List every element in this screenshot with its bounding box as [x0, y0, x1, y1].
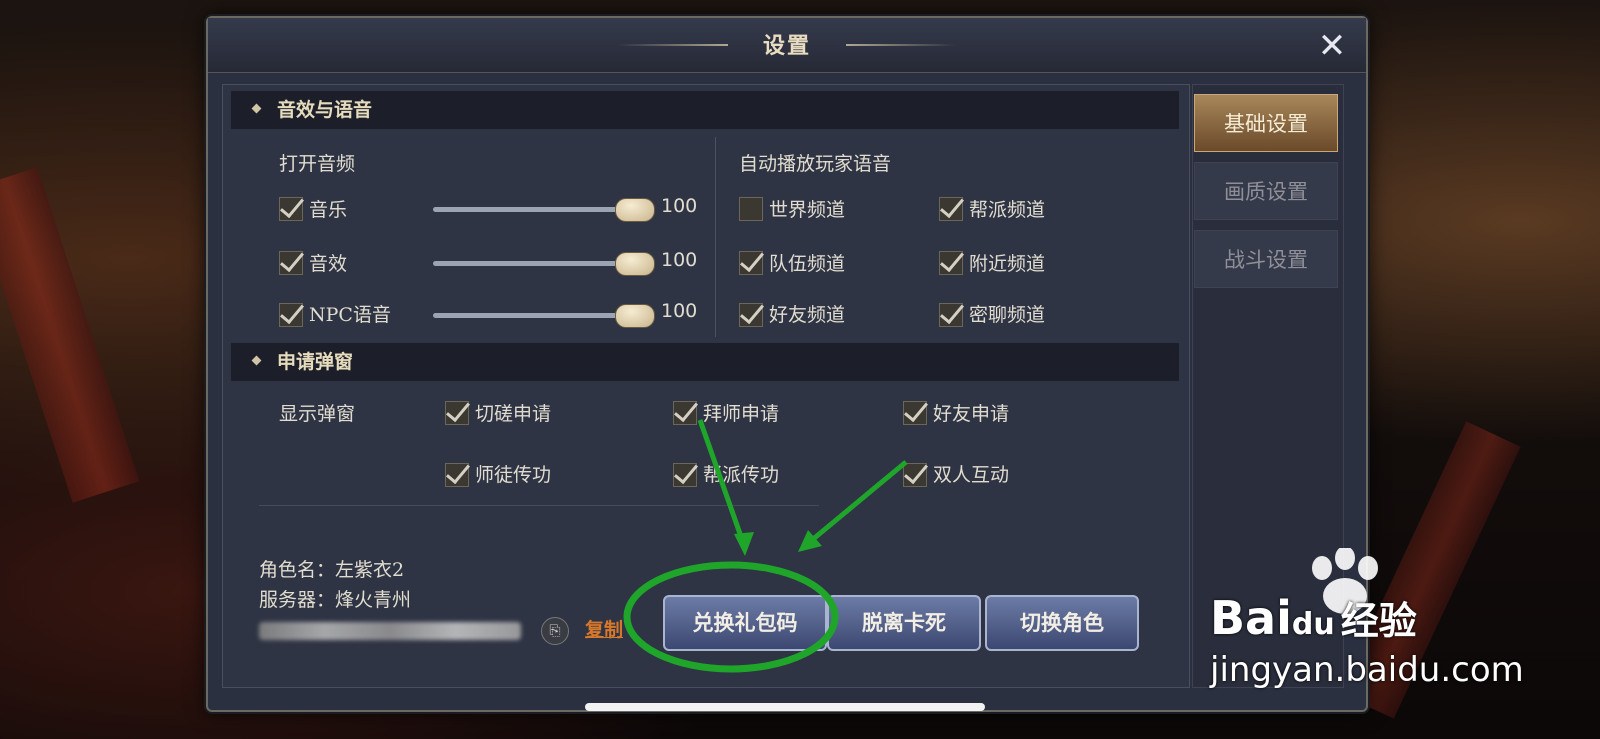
popup-section-header: 申请弹窗	[231, 343, 1179, 381]
clipboard-icon[interactable]: ⎘	[541, 617, 569, 645]
npc-voice-label: NPC语音	[309, 304, 391, 326]
friend-request-checkbox[interactable]	[903, 401, 927, 425]
private-channel-checkbox[interactable]	[939, 303, 963, 327]
friend-request-label: 好友申请	[933, 403, 1010, 425]
tab-graphics-settings[interactable]: 画质设置	[1194, 162, 1338, 220]
team-channel-label: 队伍频道	[769, 253, 846, 275]
sfx-label: 音效	[309, 253, 348, 275]
watermark-du: du	[1291, 607, 1335, 642]
team-channel-checkbox[interactable]	[739, 251, 763, 275]
watermark-cn: 经验	[1340, 599, 1417, 643]
redacted-id	[259, 622, 521, 640]
home-indicator	[585, 703, 985, 711]
master-transfer-label: 师徒传功	[475, 464, 552, 486]
duel-request-label: 切磋申请	[475, 403, 552, 425]
world-channel-checkbox[interactable]	[739, 197, 763, 221]
close-button[interactable]: ✕	[1312, 26, 1352, 66]
open-audio-label: 打开音频	[279, 153, 356, 175]
npc-voice-volume-slider[interactable]	[433, 313, 633, 318]
show-popup-label: 显示弹窗	[279, 403, 356, 425]
music-volume-value: 100	[661, 195, 698, 217]
guild-transfer-checkbox[interactable]	[673, 463, 697, 487]
private-channel-label: 密聊频道	[969, 304, 1046, 326]
server-name: 服务器：烽火青州	[259, 589, 412, 611]
watermark-brand: Baidu 经验	[1210, 590, 1417, 645]
audio-section-title: 音效与语音	[277, 99, 373, 121]
guild-channel-checkbox[interactable]	[939, 197, 963, 221]
guild-transfer-label: 帮派传功	[703, 464, 780, 486]
mentor-request-label: 拜师申请	[703, 403, 780, 425]
nearby-channel-label: 附近频道	[969, 253, 1046, 275]
music-volume-slider[interactable]	[433, 207, 633, 212]
tab-basic-settings[interactable]: 基础设置	[1194, 94, 1338, 152]
guild-channel-label: 帮派频道	[969, 199, 1046, 221]
friend-channel-checkbox[interactable]	[739, 303, 763, 327]
dialog-titlebar: 设置 ✕	[208, 18, 1366, 73]
title-ornament-right	[846, 44, 956, 46]
npc-voice-volume-knob[interactable]	[615, 304, 655, 328]
music-volume-knob[interactable]	[615, 198, 655, 222]
close-icon[interactable]: ✕	[1318, 26, 1347, 66]
dialog-title: 设置	[762, 33, 811, 59]
mentor-request-checkbox[interactable]	[673, 401, 697, 425]
diamond-icon	[251, 355, 262, 366]
tab-combat-settings[interactable]: 战斗设置	[1194, 230, 1338, 288]
sfx-checkbox[interactable]	[279, 251, 303, 275]
settings-content: 音效与语音 打开音频 音乐 100 音效 100 NPC语音 100 自动播放玩…	[222, 84, 1190, 688]
auto-play-label: 自动播放玩家语音	[739, 153, 892, 175]
watermark-url: jingyan.baidu.com	[1210, 650, 1524, 690]
duo-interaction-label: 双人互动	[933, 464, 1010, 486]
master-transfer-checkbox[interactable]	[445, 463, 469, 487]
sfx-volume-slider[interactable]	[433, 261, 633, 266]
settings-dialog: 设置 ✕ 音效与语音 打开音频 音乐 100 音效 100 NPC语音 100 …	[206, 16, 1368, 712]
audio-section-header: 音效与语音	[231, 91, 1179, 129]
redeem-code-button[interactable]: 兑换礼包码	[663, 595, 827, 651]
world-channel-label: 世界频道	[769, 199, 846, 221]
watermark-bai: Bai	[1210, 591, 1292, 645]
diamond-icon	[251, 103, 262, 114]
popup-divider	[259, 505, 819, 506]
music-checkbox[interactable]	[279, 197, 303, 221]
duo-interaction-checkbox[interactable]	[903, 463, 927, 487]
music-label: 音乐	[309, 199, 348, 221]
character-name: 角色名：左紫衣2	[259, 559, 405, 581]
duel-request-checkbox[interactable]	[445, 401, 469, 425]
copy-link[interactable]: 复制	[585, 615, 623, 642]
npc-voice-checkbox[interactable]	[279, 303, 303, 327]
popup-section-title: 申请弹窗	[277, 351, 354, 373]
unstuck-button[interactable]: 脱离卡死	[827, 595, 981, 651]
switch-role-button[interactable]: 切换角色	[985, 595, 1139, 651]
sfx-volume-value: 100	[661, 249, 698, 271]
audio-divider	[715, 137, 716, 337]
nearby-channel-checkbox[interactable]	[939, 251, 963, 275]
npc-voice-volume-value: 100	[661, 300, 698, 322]
friend-channel-label: 好友频道	[769, 304, 846, 326]
sfx-volume-knob[interactable]	[615, 252, 655, 276]
